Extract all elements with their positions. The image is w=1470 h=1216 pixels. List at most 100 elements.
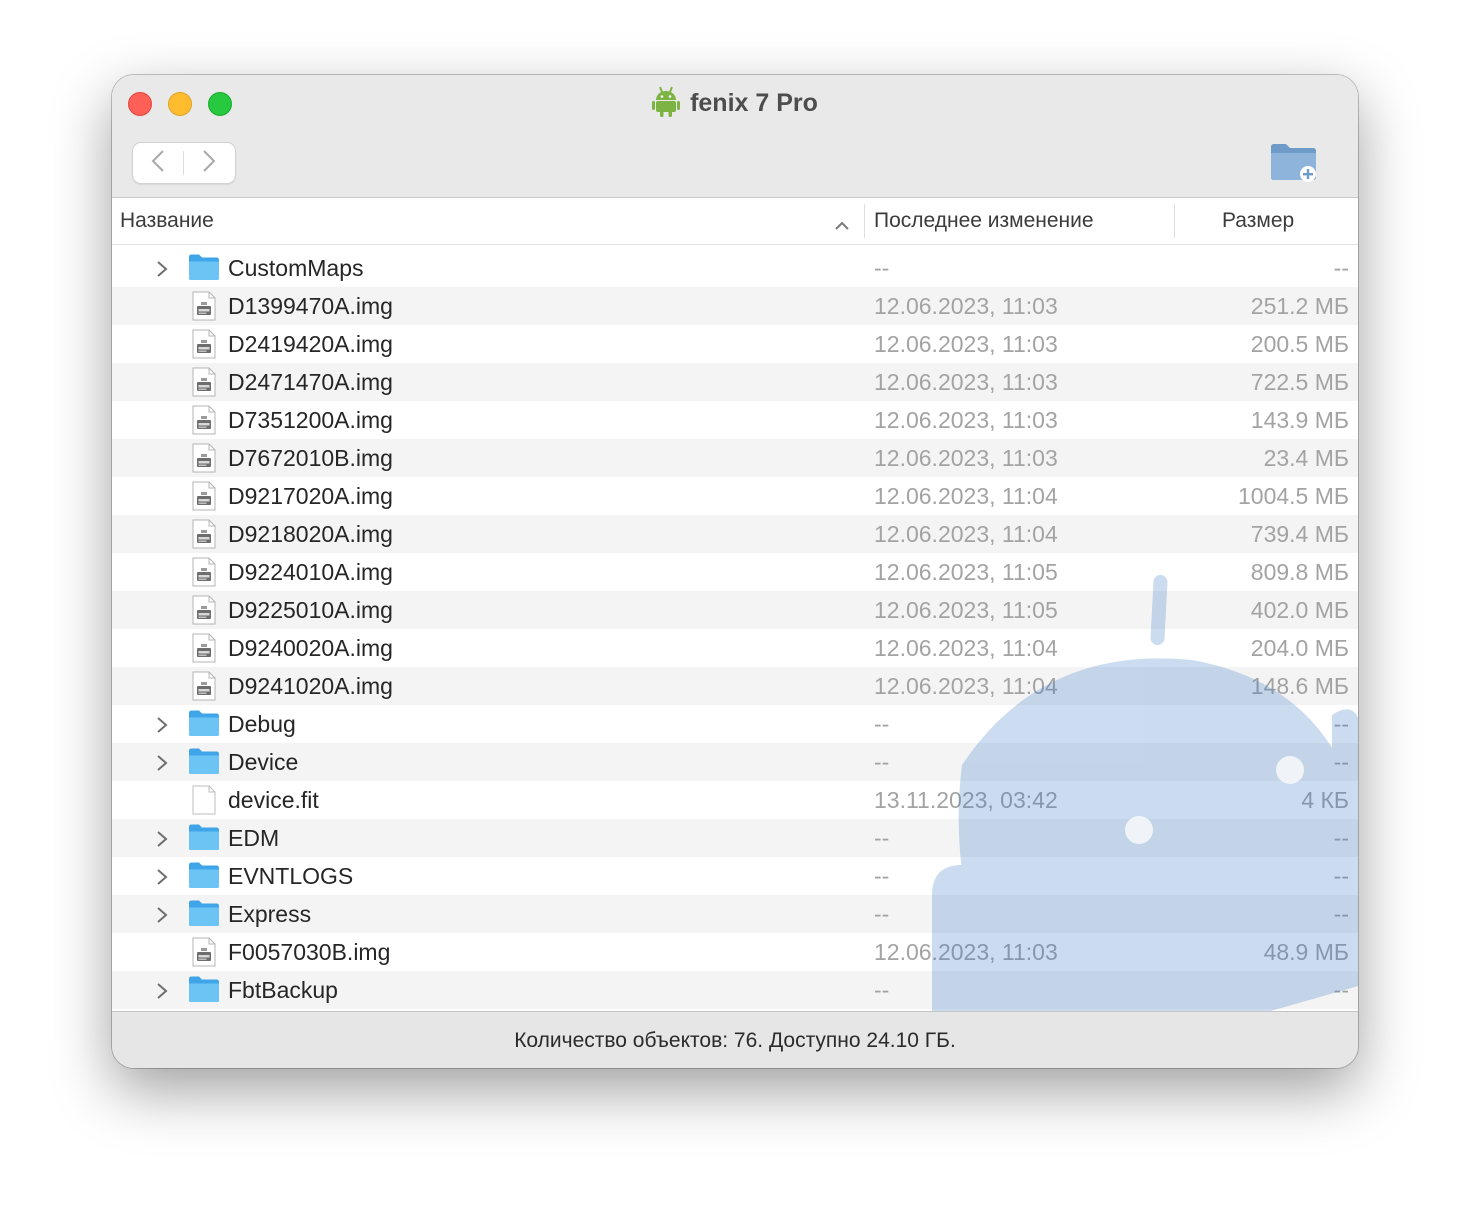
item-size: -- bbox=[1333, 977, 1349, 1003]
file-list: CustomMaps -- -- D1399470A.img 12.06.2023, 1… bbox=[112, 249, 1358, 1009]
folder-row[interactable]: EVNTLOGS -- -- bbox=[112, 857, 1358, 895]
item-modified: -- bbox=[874, 901, 890, 927]
item-modified: 12.06.2023, 11:05 bbox=[874, 597, 1058, 623]
column-name-header[interactable]: Название bbox=[120, 198, 214, 244]
item-modified: 12.06.2023, 11:03 bbox=[874, 369, 1058, 395]
file-row[interactable]: D9218020A.img 12.06.2023, 11:04 739.4 МБ bbox=[112, 515, 1358, 553]
item-name: D7672010B.img bbox=[228, 445, 393, 471]
file-row[interactable]: device.fit 13.11.2023, 03:42 4 КБ bbox=[112, 781, 1358, 819]
item-modified: 13.11.2023, 03:42 bbox=[874, 787, 1058, 813]
item-name: EDM bbox=[228, 825, 280, 851]
file-row[interactable]: D9225010A.img 12.06.2023, 11:05 402.0 МБ bbox=[112, 591, 1358, 629]
file-row[interactable]: D9224010A.img 12.06.2023, 11:05 809.8 МБ bbox=[112, 553, 1358, 591]
item-size: 722.5 МБ bbox=[1250, 369, 1349, 395]
item-modified: 12.06.2023, 11:03 bbox=[874, 331, 1058, 357]
status-text: Количество объектов: 76. Доступно 24.10 … bbox=[514, 1028, 956, 1052]
item-name: FbtBackup bbox=[228, 977, 338, 1003]
column-divider[interactable] bbox=[1174, 204, 1175, 238]
disclosure-chevron-icon[interactable] bbox=[152, 258, 172, 278]
column-size-header[interactable]: Размер bbox=[1222, 198, 1294, 244]
item-name: device.fit bbox=[228, 787, 319, 813]
item-size: 48.9 МБ bbox=[1263, 939, 1349, 965]
new-folder-icon bbox=[1270, 144, 1318, 187]
file-row[interactable]: D1399470A.img 12.06.2023, 11:03 251.2 МБ bbox=[112, 287, 1358, 325]
folder-row[interactable]: EDM -- -- bbox=[112, 819, 1358, 857]
disclosure-chevron-icon[interactable] bbox=[152, 752, 172, 772]
item-modified: 12.06.2023, 11:03 bbox=[874, 445, 1058, 471]
back-button[interactable] bbox=[133, 143, 183, 183]
item-size: 739.4 МБ bbox=[1250, 521, 1349, 547]
item-name: D9240020A.img bbox=[228, 635, 393, 661]
folder-icon bbox=[188, 823, 220, 853]
item-size: -- bbox=[1333, 863, 1349, 889]
folder-icon bbox=[188, 975, 220, 1005]
item-modified: 12.06.2023, 11:04 bbox=[874, 483, 1058, 509]
item-size: 204.0 МБ bbox=[1250, 635, 1349, 661]
disk-image-file-icon bbox=[188, 443, 220, 473]
file-row[interactable]: D7672010B.img 12.06.2023, 11:03 23.4 МБ bbox=[112, 439, 1358, 477]
item-size: 148.6 МБ bbox=[1250, 673, 1349, 699]
folder-row[interactable]: CustomMaps -- -- bbox=[112, 249, 1358, 287]
item-size: 4 КБ bbox=[1301, 787, 1349, 813]
file-row[interactable]: D7351200A.img 12.06.2023, 11:03 143.9 МБ bbox=[112, 401, 1358, 439]
file-row[interactable]: D9241020A.img 12.06.2023, 11:04 148.6 МБ bbox=[112, 667, 1358, 705]
item-name: D9217020A.img bbox=[228, 483, 393, 509]
folder-icon bbox=[188, 709, 220, 739]
disk-image-file-icon bbox=[188, 633, 220, 663]
item-modified: -- bbox=[874, 825, 890, 851]
disk-image-file-icon bbox=[188, 405, 220, 435]
folder-row[interactable]: Device -- -- bbox=[112, 743, 1358, 781]
disclosure-chevron-icon[interactable] bbox=[152, 904, 172, 924]
item-size: 200.5 МБ bbox=[1250, 331, 1349, 357]
sort-ascending-icon bbox=[834, 213, 850, 237]
titlebar: fenix 7 Pro bbox=[112, 75, 1358, 198]
item-modified: -- bbox=[874, 711, 890, 737]
forward-button[interactable] bbox=[184, 143, 234, 183]
item-name: Express bbox=[228, 901, 312, 927]
disk-image-file-icon bbox=[188, 481, 220, 511]
folder-icon bbox=[188, 861, 220, 891]
item-name: D1399470A.img bbox=[228, 293, 393, 319]
folder-icon bbox=[188, 253, 220, 283]
disk-image-file-icon bbox=[188, 519, 220, 549]
disclosure-chevron-icon[interactable] bbox=[152, 828, 172, 848]
item-modified: -- bbox=[874, 977, 890, 1003]
item-modified: 12.06.2023, 11:03 bbox=[874, 407, 1058, 433]
item-size: -- bbox=[1333, 711, 1349, 737]
window-title-group: fenix 7 Pro bbox=[112, 85, 1358, 121]
item-modified: 12.06.2023, 11:04 bbox=[874, 635, 1058, 661]
item-name: D9225010A.img bbox=[228, 597, 393, 623]
folder-row[interactable]: Express -- -- bbox=[112, 895, 1358, 933]
item-modified: 12.06.2023, 11:03 bbox=[874, 293, 1058, 319]
file-row[interactable]: D9217020A.img 12.06.2023, 11:04 1004.5 МБ bbox=[112, 477, 1358, 515]
item-modified: 12.06.2023, 11:04 bbox=[874, 521, 1058, 547]
folder-row[interactable]: FbtBackup -- -- bbox=[112, 971, 1358, 1009]
file-row[interactable]: F0057030B.img 12.06.2023, 11:03 48.9 МБ bbox=[112, 933, 1358, 971]
disk-image-file-icon bbox=[188, 595, 220, 625]
column-divider[interactable] bbox=[864, 204, 865, 238]
file-row[interactable]: D9240020A.img 12.06.2023, 11:04 204.0 МБ bbox=[112, 629, 1358, 667]
disclosure-chevron-icon[interactable] bbox=[152, 866, 172, 886]
item-modified: 12.06.2023, 11:03 bbox=[874, 939, 1058, 965]
file-row[interactable]: D2471470A.img 12.06.2023, 11:03 722.5 МБ bbox=[112, 363, 1358, 401]
item-size: -- bbox=[1333, 825, 1349, 851]
column-header: Название Последнее изменение Размер bbox=[112, 198, 1358, 245]
item-name: Device bbox=[228, 749, 299, 775]
disclosure-chevron-icon[interactable] bbox=[152, 714, 172, 734]
file-row[interactable]: D2419420A.img 12.06.2023, 11:03 200.5 МБ bbox=[112, 325, 1358, 363]
disk-image-file-icon bbox=[188, 329, 220, 359]
disk-image-file-icon bbox=[188, 367, 220, 397]
window-title: fenix 7 Pro bbox=[690, 88, 818, 117]
disk-image-file-icon bbox=[188, 671, 220, 701]
new-folder-button[interactable] bbox=[1270, 141, 1318, 183]
item-name: D2471470A.img bbox=[228, 369, 393, 395]
item-size: -- bbox=[1333, 901, 1349, 927]
folder-row[interactable]: Debug -- -- bbox=[112, 705, 1358, 743]
column-modified-header[interactable]: Последнее изменение bbox=[874, 198, 1094, 244]
folder-icon bbox=[188, 747, 220, 777]
disclosure-chevron-icon[interactable] bbox=[152, 980, 172, 1000]
disk-image-file-icon bbox=[188, 291, 220, 321]
item-name: F0057030B.img bbox=[228, 939, 391, 965]
chevron-right-icon bbox=[202, 149, 216, 178]
item-size: 402.0 МБ bbox=[1250, 597, 1349, 623]
